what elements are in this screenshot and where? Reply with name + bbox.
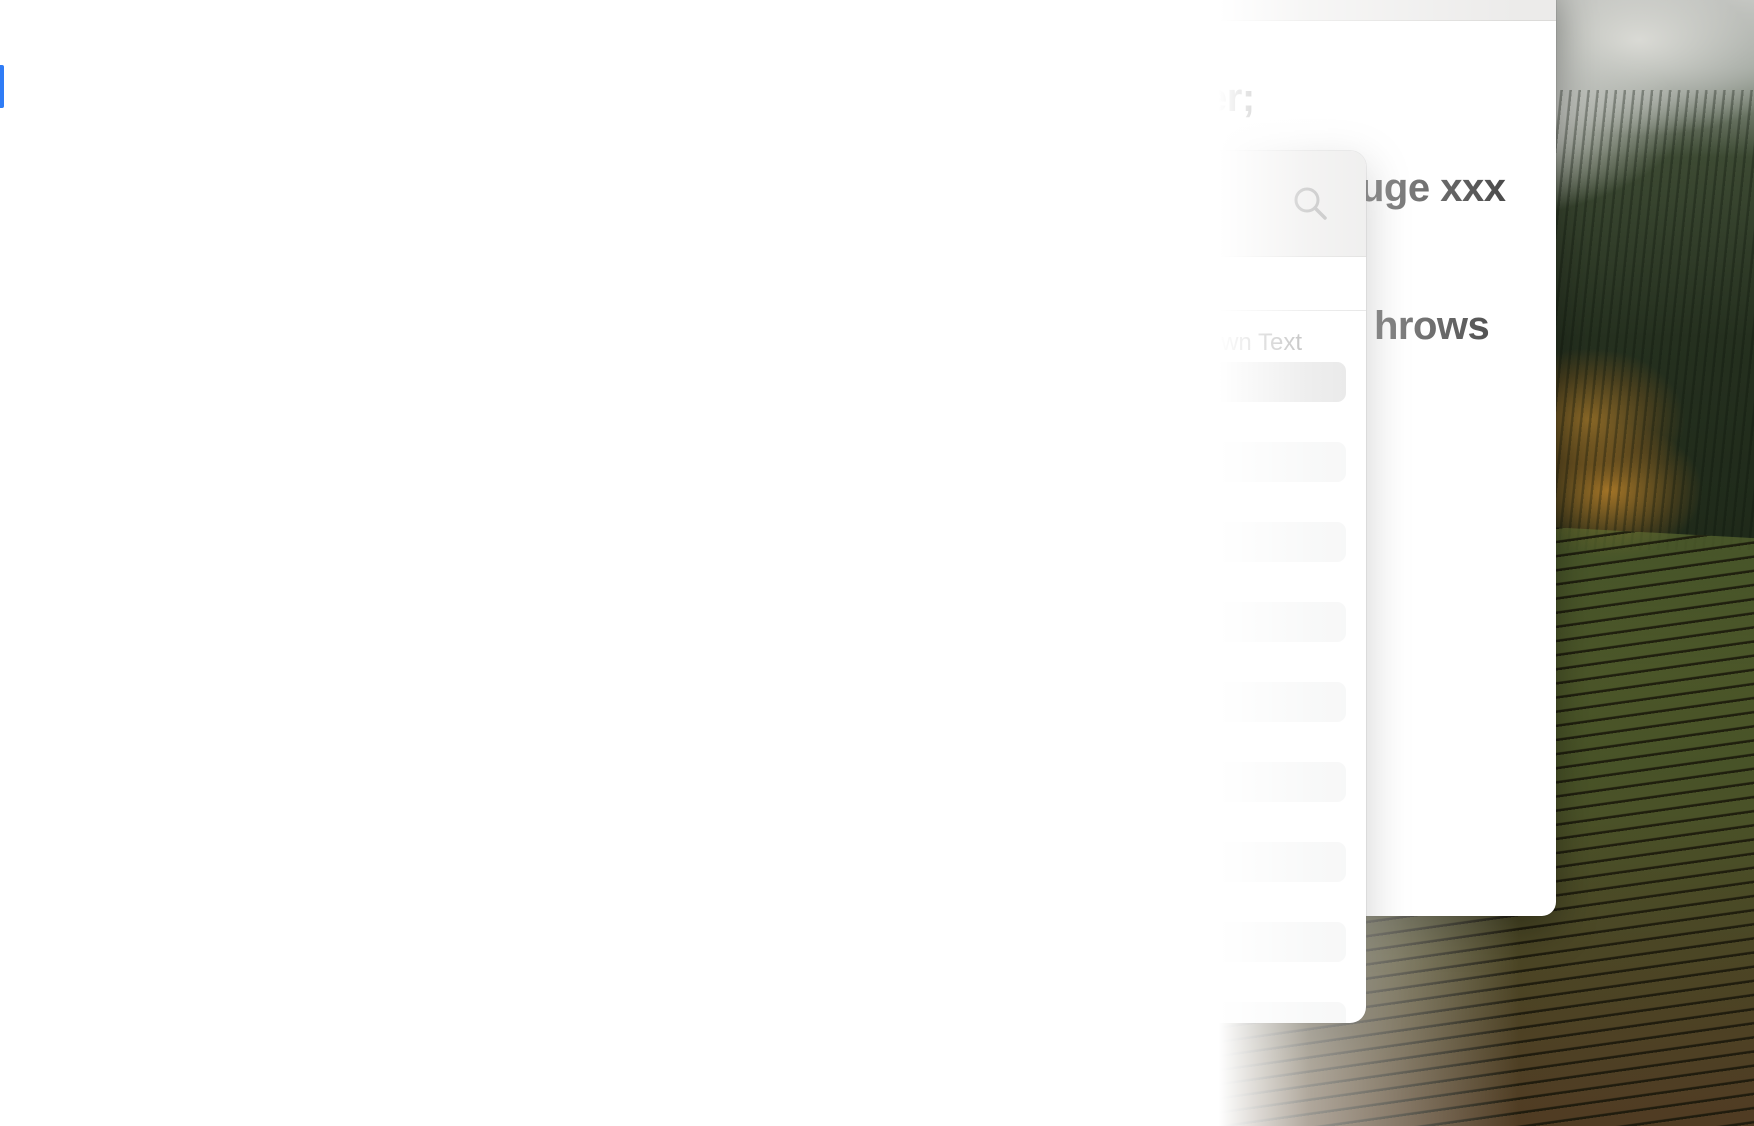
text-cursor (0, 65, 4, 108)
section-label: wn Text (1221, 329, 1302, 356)
editor-window[interactable] (0, 0, 1219, 1126)
search-icon[interactable] (1292, 185, 1328, 221)
document-line-2: uge xxx (1360, 166, 1506, 210)
screen: er; uge xxx hrows wn Text (0, 0, 1754, 1126)
document-line-3: hrows (1374, 304, 1490, 348)
